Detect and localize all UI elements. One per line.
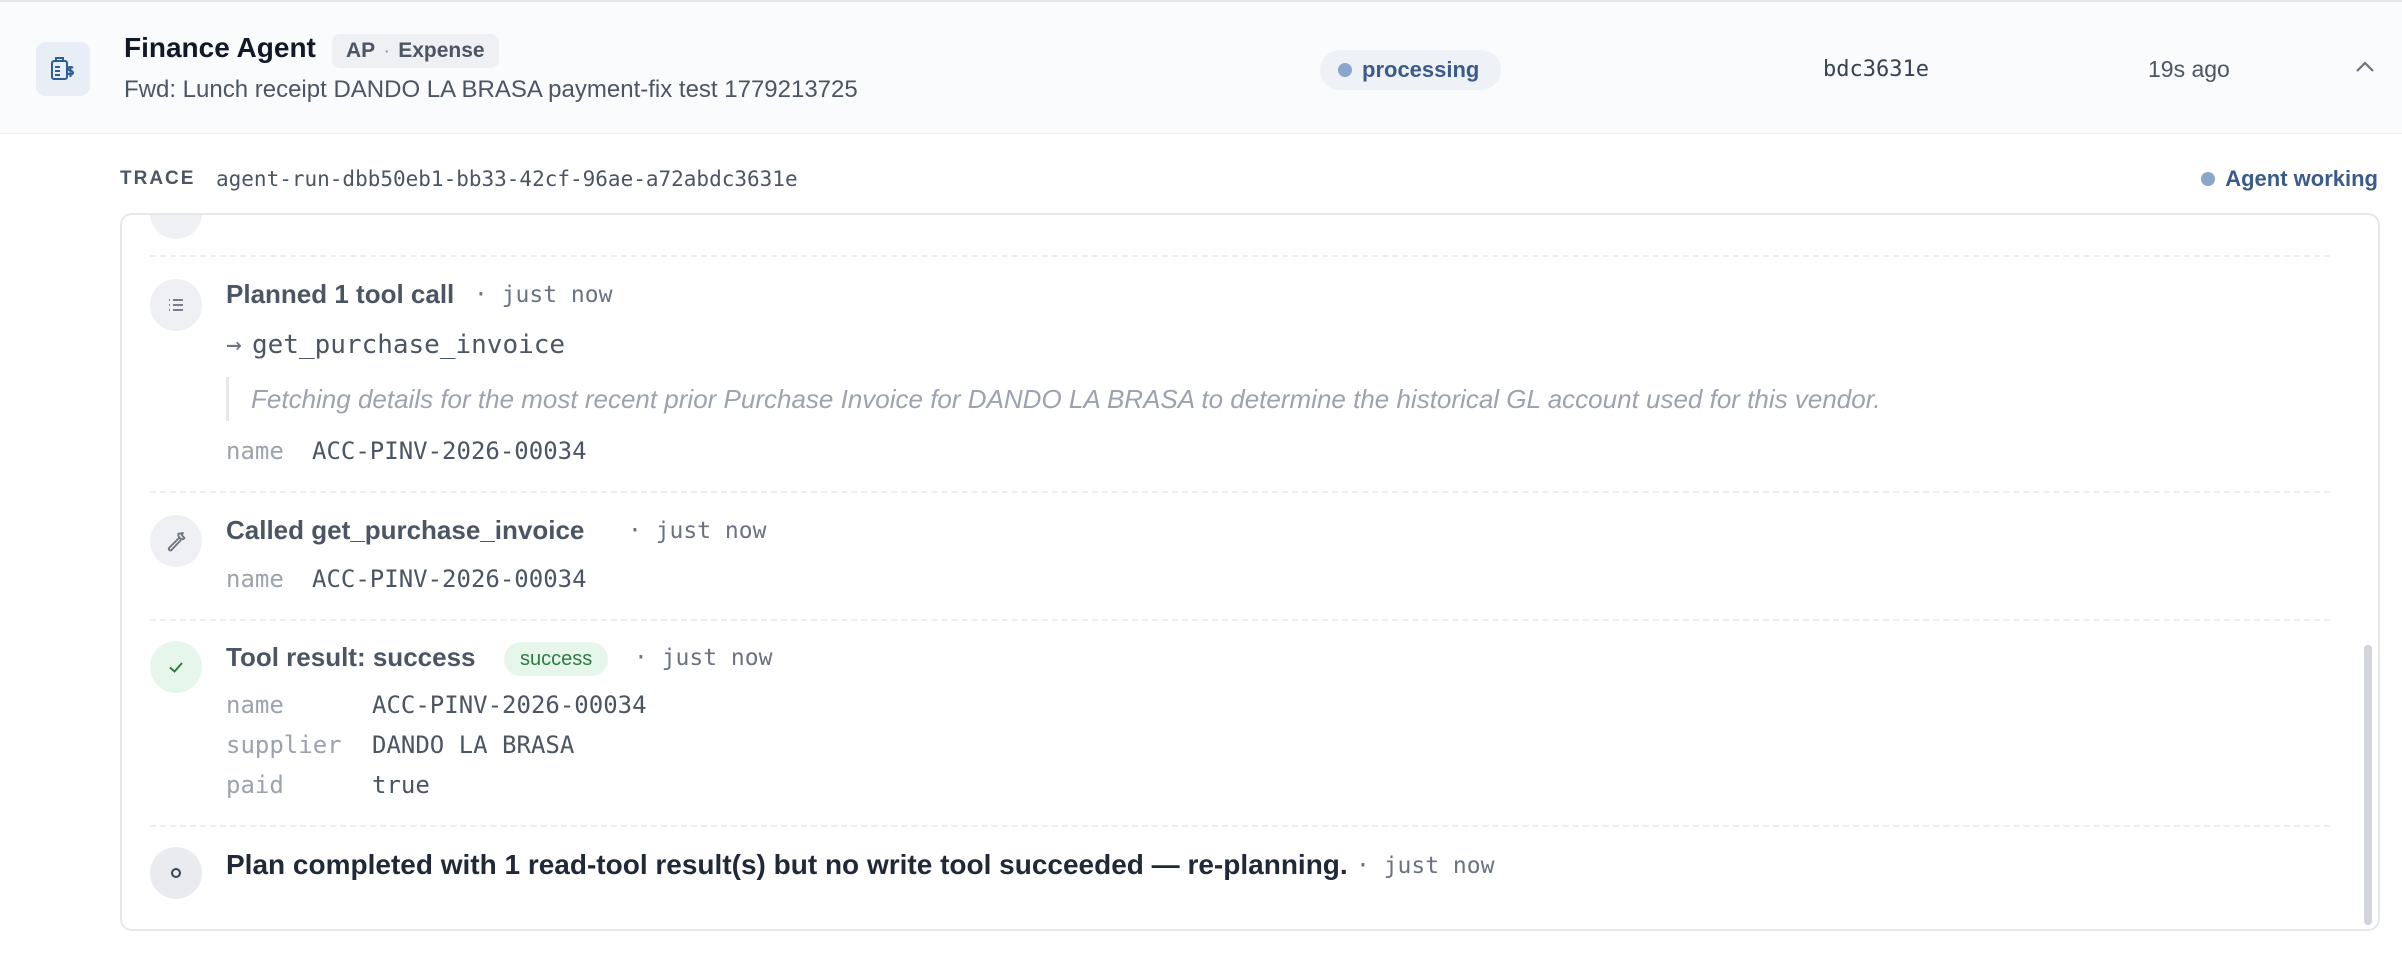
status-label: processing [1362,57,1480,82]
result-value: ACC-PINV-2026-00034 [372,691,647,719]
result-key: name [226,691,284,719]
previous-step-icon [150,215,202,239]
step-title: Planned 1 tool call [226,279,455,309]
invoice-dollar-icon [36,42,90,96]
trace-panel[interactable]: Planned 1 tool call · just now → get_pur… [120,213,2380,931]
check-icon [150,641,202,693]
step-divider [150,825,2330,827]
tag-secondary: Expense [398,39,485,62]
function-arrow: → [226,330,242,360]
success-badge: success [504,642,609,676]
step-title: Tool result: success [226,642,476,672]
chevron-up-icon [2356,61,2374,72]
param-key: name [226,565,284,593]
tag-primary: AP [346,39,376,62]
status-badge: processing [1320,50,1502,90]
step-title: Called get_purchase_invoice [226,515,585,545]
result-value: DANDO LA BRASA [372,731,575,759]
agent-working-indicator: Agent working [2201,166,2378,192]
circle-dot-icon [150,847,202,899]
step-divider [150,619,2330,621]
trace-run-id: agent-run-dbb50eb1-bb33-42cf-96ae-a72abd… [216,167,798,191]
run-short-id: bdc3631e [1823,57,1929,82]
email-subject: Fwd: Lunch receipt DANDO LA BRASA paymen… [124,76,858,103]
step-divider [150,491,2330,493]
step-divider [150,255,2330,257]
run-card: Finance Agent AP · Expense Fwd: Lunch re… [0,0,2402,954]
category-tag: AP · Expense [332,34,499,68]
function-name: get_purchase_invoice [252,330,566,360]
tag-separator: · [383,39,391,62]
time-ago: 19s ago [2148,56,2230,82]
result-key: supplier [226,731,342,759]
step-time: · just now [634,645,773,671]
step-time: · just now [474,282,613,308]
result-key: paid [226,771,284,799]
result-value: true [372,771,430,799]
working-dot-icon [2201,172,2216,186]
param-key: name [226,437,284,465]
step-rationale: Fetching details for the most recent pri… [226,377,1881,421]
step-title: Plan completed with 1 read-tool result(s… [226,849,1348,880]
trace-label: TRACE [120,168,196,189]
agent-name: Finance Agent [124,32,316,63]
status-dot-icon [1338,63,1352,77]
collapse-button[interactable] [2350,52,2380,82]
list-icon [150,279,202,331]
run-header[interactable]: Finance Agent AP · Expense Fwd: Lunch re… [0,0,2402,134]
wrench-icon [150,515,202,567]
param-value: ACC-PINV-2026-00034 [312,437,587,465]
scrollbar-thumb[interactable] [2364,645,2372,925]
step-time: · just now [628,518,767,544]
agent-working-label: Agent working [2225,166,2378,191]
step-time: · just now [1356,853,1495,879]
param-value: ACC-PINV-2026-00034 [312,565,587,593]
